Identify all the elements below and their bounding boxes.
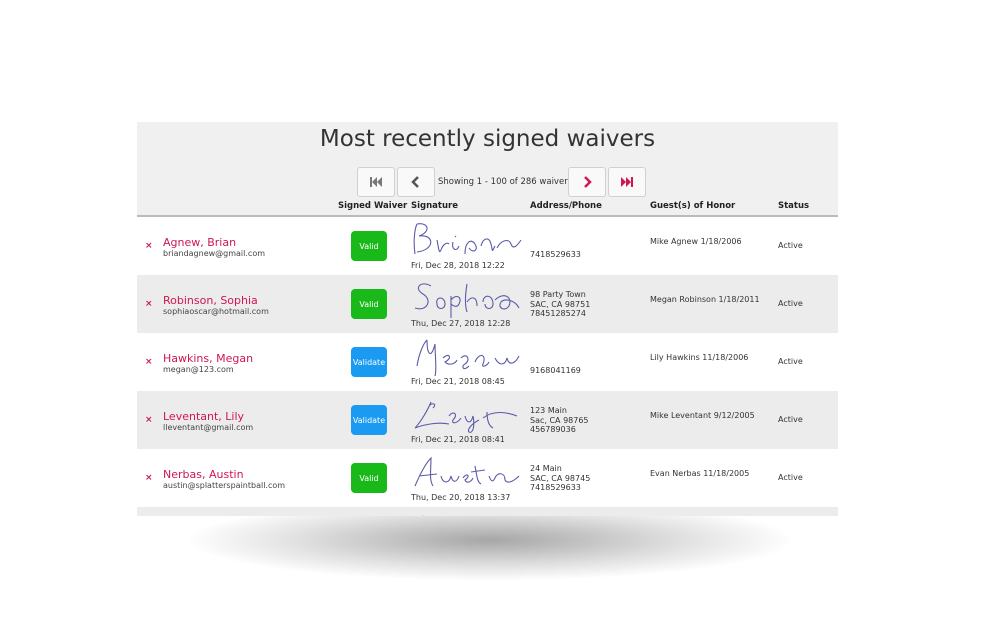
table-row <box>137 507 838 516</box>
pagination: Showing 1 - 100 of 286 waivers <box>137 167 838 197</box>
last-page-icon <box>621 177 633 187</box>
row-address: 98 Party Town SAC, CA 98751 78451285274 <box>530 290 590 319</box>
signed-date: Fri, Dec 21, 2018 08:45 <box>411 377 505 386</box>
row-address: 7418529633 <box>530 250 581 260</box>
first-page-button[interactable] <box>357 167 395 197</box>
row-address: 123 Main Sac, CA 98765 456789036 <box>530 406 589 435</box>
row-guest: Lily Hawkins 11/18/2006 <box>650 353 749 362</box>
row-status: Active <box>778 473 803 482</box>
row-status: Active <box>778 357 803 366</box>
row-name[interactable]: Agnew, Brian <box>163 236 236 249</box>
validate-button[interactable]: Validate <box>351 347 387 377</box>
row-guest: Evan Nerbas 11/18/2005 <box>650 469 750 478</box>
remove-icon[interactable]: × <box>145 241 153 251</box>
address-line-1: 123 Main <box>530 406 567 415</box>
page-title: Most recently signed waivers <box>319 126 656 152</box>
valid-button[interactable]: Valid <box>351 463 387 493</box>
table-row: × Robinson, Sophia sophiaoscar@hotmail.c… <box>137 275 838 333</box>
signature-image <box>414 456 520 487</box>
remove-icon[interactable]: × <box>145 473 153 483</box>
signed-date: Thu, Dec 27, 2018 12:28 <box>411 319 511 328</box>
row-email: megan@123.com <box>163 365 234 374</box>
table-row: × Nerbas, Austin austin@splatterspaintba… <box>137 449 838 507</box>
address-line-1: 24 Main <box>530 464 562 473</box>
last-page-button[interactable] <box>608 167 646 197</box>
row-name[interactable]: Hawkins, Megan <box>163 352 253 365</box>
col-address: Address/Phone <box>530 201 602 211</box>
row-email: sophiaoscar@hotmail.com <box>163 307 269 316</box>
valid-button[interactable]: Valid <box>351 231 387 261</box>
row-email: lleventant@gmail.com <box>163 423 254 432</box>
row-email: briandagnew@gmail.com <box>163 249 266 258</box>
pagination-status: Showing 1 - 100 of 286 waivers <box>438 177 573 187</box>
col-signed-waiver: Signed Waiver <box>338 201 408 211</box>
signature-image <box>414 283 520 318</box>
chevron-left-icon <box>411 176 419 188</box>
signature-image <box>413 223 522 255</box>
row-name[interactable]: Leventant, Lily <box>163 410 244 423</box>
row-address: 9168041169 <box>530 366 581 376</box>
signed-date: Thu, Dec 20, 2018 13:37 <box>411 493 511 502</box>
row-guest: Megan Robinson 1/18/2011 <box>650 295 760 304</box>
remove-icon[interactable]: × <box>145 357 153 367</box>
panel-header: Most recently signed waivers Showing 1 -… <box>137 122 838 216</box>
row-guest: Mike Agnew 1/18/2006 <box>650 237 742 246</box>
signed-date: Fri, Dec 28, 2018 12:22 <box>411 261 505 270</box>
address-phone: 7418529633 <box>530 483 581 492</box>
row-name[interactable]: Nerbas, Austin <box>163 468 244 481</box>
address-line-2: SAC, CA 98745 <box>530 473 591 483</box>
row-guest: Mike Leventant 9/12/2005 <box>650 411 755 420</box>
table-row: × Hawkins, Megan megan@123.com Validate … <box>137 333 838 391</box>
row-status: Active <box>778 241 803 250</box>
row-status: Active <box>778 415 803 424</box>
signature-image <box>422 515 425 516</box>
row-name[interactable]: Robinson, Sophia <box>163 294 258 307</box>
table-row: × Leventant, Lily lleventant@gmail.com V… <box>137 391 838 449</box>
address-line-1: 98 Party Town <box>530 290 586 299</box>
col-status: Status <box>778 201 810 211</box>
row-status: Active <box>778 299 803 308</box>
address-phone: 7418529633 <box>530 250 581 259</box>
signed-date: Fri, Dec 21, 2018 08:41 <box>411 435 505 444</box>
table-row: × Agnew, Brian briandagnew@gmail.com Val… <box>137 217 838 275</box>
remove-icon[interactable]: × <box>145 299 153 309</box>
row-address: 24 Main SAC, CA 98745 7418529633 <box>530 464 590 493</box>
col-guests: Guest(s) of Honor <box>650 201 736 211</box>
col-signature: Signature <box>411 201 458 211</box>
row-email: austin@splatterspaintball.com <box>163 481 286 490</box>
next-page-button[interactable] <box>568 167 606 197</box>
validate-button[interactable]: Validate <box>351 405 387 435</box>
signature-image <box>416 339 520 376</box>
valid-button[interactable]: Valid <box>351 289 387 319</box>
address-line-2: Sac, CA 98765 <box>530 415 589 425</box>
signature-image <box>414 401 518 433</box>
prev-page-button[interactable] <box>397 167 435 197</box>
remove-icon[interactable]: × <box>145 415 153 425</box>
address-phone: 456789036 <box>530 425 576 434</box>
address-line-2: SAC, CA 98751 <box>530 299 591 309</box>
address-phone: 9168041169 <box>530 366 581 375</box>
first-page-icon <box>370 177 382 187</box>
chevron-right-icon <box>584 176 592 188</box>
address-phone: 78451285274 <box>530 309 586 318</box>
waivers-panel: Most recently signed waivers Showing 1 -… <box>137 122 838 516</box>
